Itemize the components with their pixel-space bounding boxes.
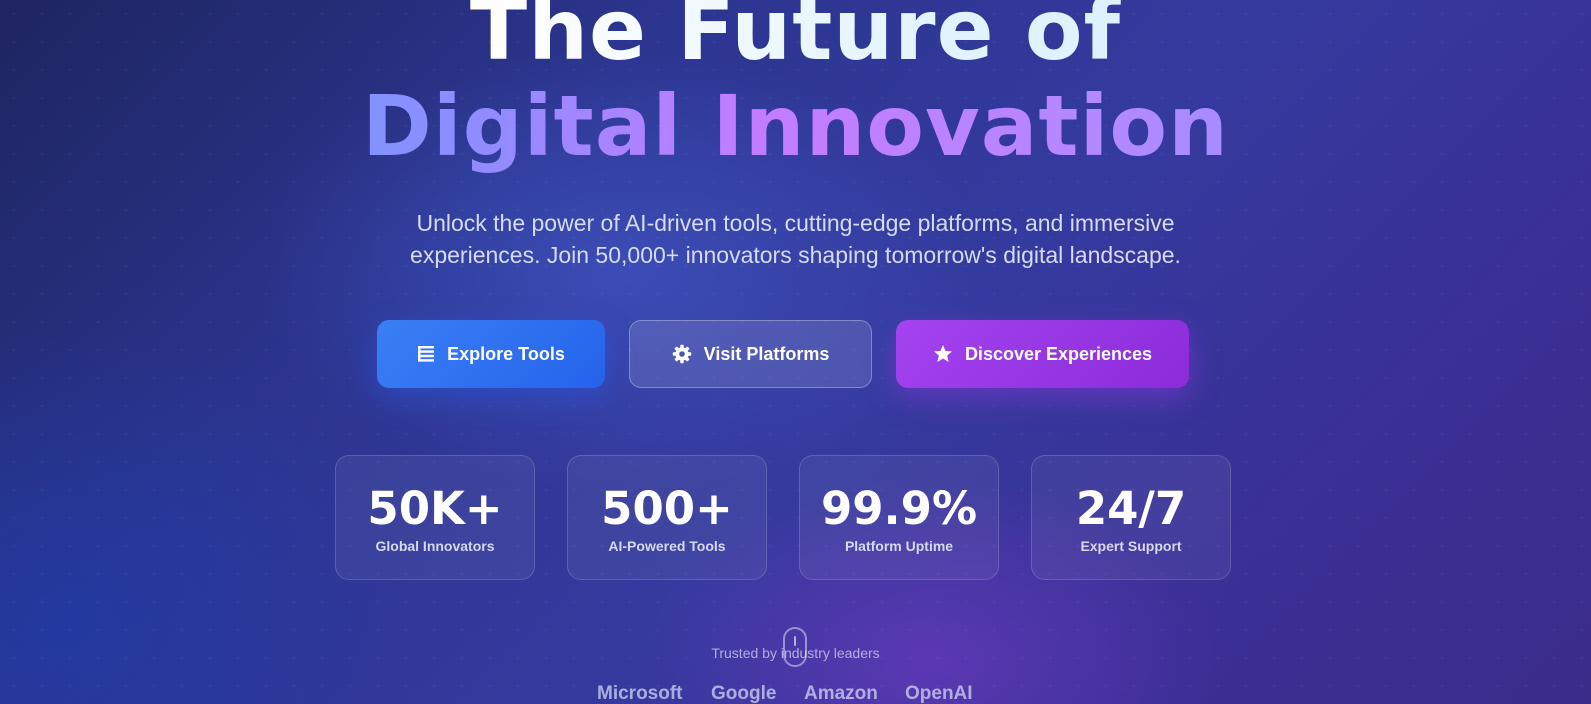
scroll-mouse-icon[interactable]	[783, 627, 807, 667]
visit-platforms-button[interactable]: Visit Platforms	[629, 320, 872, 388]
hero-subtitle: Unlock the power of AI-driven tools, cut…	[410, 210, 1181, 268]
partner-logo-microsoft: Microsoft	[597, 683, 683, 704]
stat-card: 99.9% Platform Uptime	[799, 455, 999, 580]
stats-grid: 50K+ Global Innovators 500+ AI-Powered T…	[0, 455, 1591, 581]
stat-label: Platform Uptime	[844, 538, 954, 554]
visit-platforms-label: Visit Platforms	[703, 343, 830, 364]
stat-value: 500+	[601, 482, 733, 535]
stat-card: 24/7 Expert Support	[1031, 455, 1231, 580]
hero-title: The Future of Digital Innovation	[0, 0, 1591, 174]
stat-value: 99.9%	[820, 482, 978, 535]
stat-label: AI-Powered Tools	[608, 538, 726, 554]
discover-experiences-button[interactable]: Discover Experiences	[896, 320, 1189, 388]
hero-title-line-2: Digital Innovation	[0, 78, 1591, 174]
list-icon	[417, 345, 435, 363]
stat-card: 500+ AI-Powered Tools	[567, 455, 767, 580]
stat-label: Expert Support	[1080, 538, 1182, 554]
hero-title-line-1: The Future of	[0, 0, 1591, 78]
star-icon	[933, 344, 953, 364]
discover-experiences-label: Discover Experiences	[964, 343, 1153, 364]
gear-icon	[672, 344, 692, 364]
explore-tools-button[interactable]: Explore Tools	[377, 320, 605, 388]
stat-value: 50K+	[367, 482, 503, 535]
partner-logo-amazon: Amazon	[804, 683, 878, 704]
stat-label: Global Innovators	[375, 538, 495, 554]
partner-logo-openai: OpenAI	[905, 683, 973, 704]
partner-logos: Microsoft Google Amazon OpenAI	[0, 683, 1591, 704]
stat-value: 24/7	[1075, 482, 1187, 535]
stat-card: 50K+ Global Innovators	[335, 455, 535, 580]
cta-buttons: Explore Tools Visit Platforms Discover E…	[0, 320, 1591, 390]
partner-logo-google: Google	[711, 683, 777, 704]
scroll-wheel-dot	[794, 636, 796, 646]
explore-tools-label: Explore Tools	[447, 343, 565, 364]
